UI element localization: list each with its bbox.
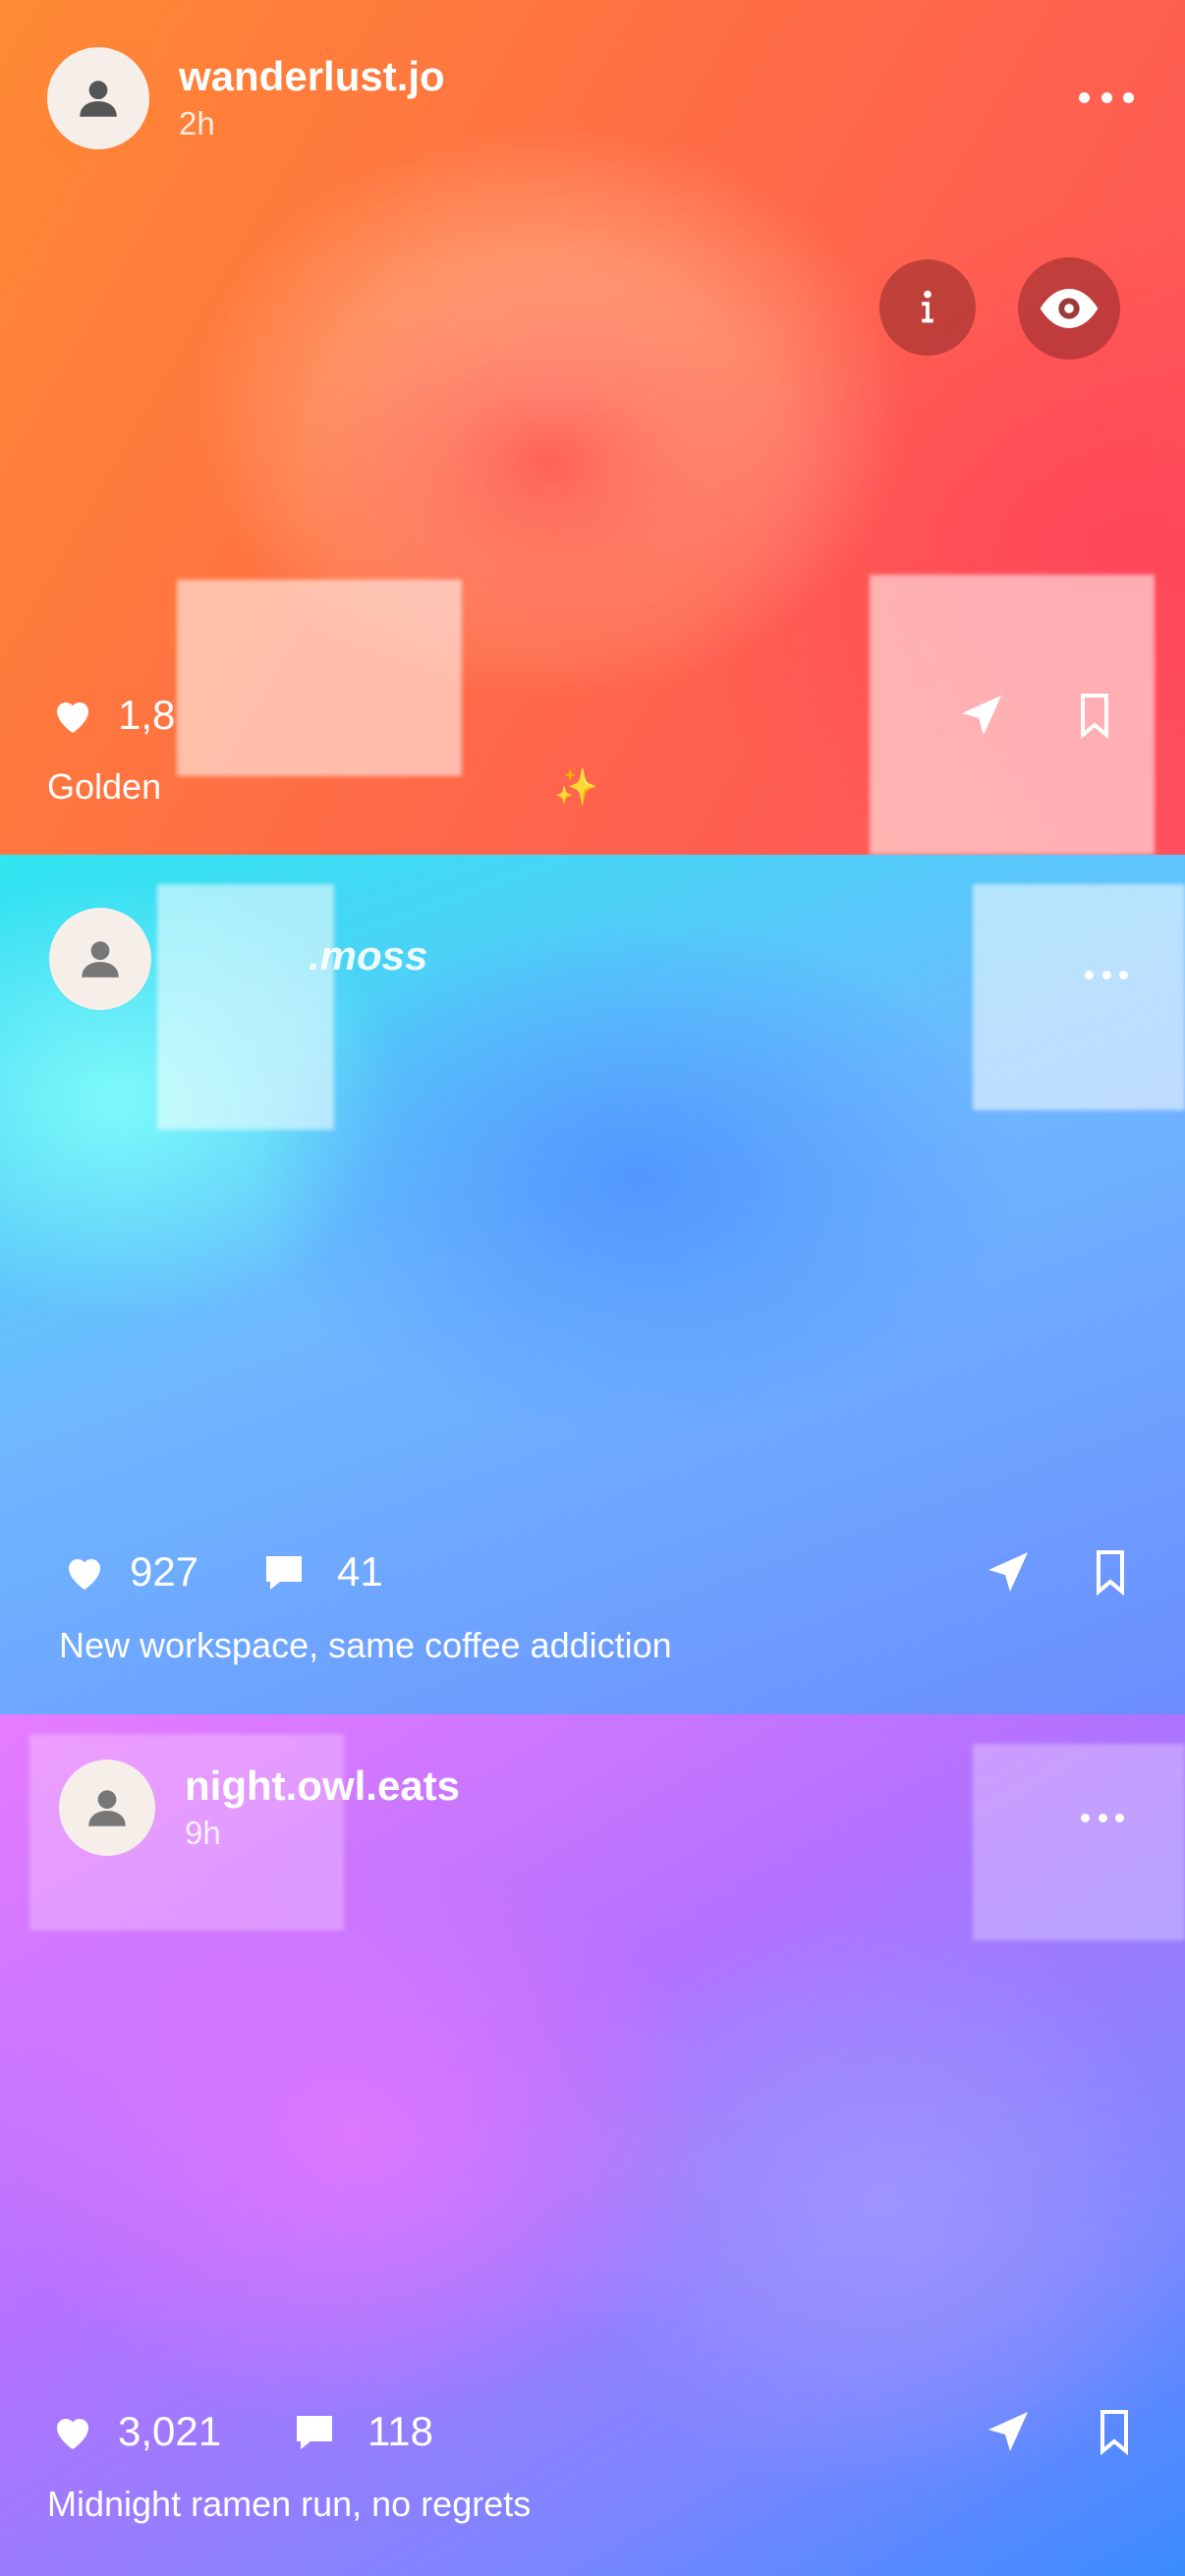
- post-time: 2h: [179, 105, 215, 142]
- eye-icon: [1040, 289, 1099, 328]
- like-count: 3,021: [118, 2408, 222, 2454]
- light-glare: [177, 580, 462, 776]
- user-icon: [82, 941, 119, 978]
- post-actions: 927 41: [0, 1542, 1185, 1601]
- bookmark-button[interactable]: [1087, 1542, 1134, 1601]
- username[interactable]: wanderlust.jo: [179, 53, 445, 99]
- avatar[interactable]: [49, 908, 151, 1010]
- send-icon: [988, 2412, 1028, 2451]
- post-actions: 1,8: [0, 686, 1185, 745]
- username[interactable]: .moss: [309, 932, 427, 979]
- share-button[interactable]: [985, 2402, 1032, 2461]
- comment-icon: [297, 2416, 332, 2449]
- like-button[interactable]: 927: [61, 1542, 198, 1601]
- send-icon: [962, 696, 1001, 735]
- post-card: wanderlust.jo 2h 1,8 Golden ✨: [0, 0, 1185, 855]
- share-button[interactable]: [958, 686, 1005, 745]
- comment-count: 118: [367, 2408, 433, 2454]
- avatar[interactable]: [59, 1760, 155, 1856]
- more-icon[interactable]: [1081, 1806, 1124, 1829]
- comment-count: 41: [337, 1548, 383, 1595]
- heart-icon: [69, 1559, 100, 1590]
- bookmark-icon: [1097, 1550, 1124, 1596]
- like-count: 1,8: [118, 692, 176, 738]
- send-icon: [988, 1552, 1028, 1592]
- post-time: 9h: [185, 1815, 221, 1852]
- post-header: .moss: [49, 908, 1185, 1010]
- post-actions: 3,021 118: [0, 2402, 1185, 2461]
- post-header: night.owl.eats 9h: [59, 1760, 1185, 1856]
- info-button[interactable]: [879, 259, 976, 356]
- user-icon: [80, 81, 117, 117]
- post-header: wanderlust.jo 2h: [47, 47, 1185, 149]
- bookmark-button[interactable]: [1071, 686, 1118, 745]
- like-button[interactable]: 3,021: [49, 2402, 221, 2461]
- heart-icon: [57, 2419, 88, 2449]
- bookmark-button[interactable]: [1091, 2402, 1138, 2461]
- post-caption: New workspace, same coffee addiction: [59, 1625, 672, 1665]
- view-button[interactable]: [1018, 257, 1120, 360]
- more-icon[interactable]: [1085, 963, 1128, 986]
- username[interactable]: night.owl.eats: [185, 1763, 460, 1809]
- post-card: .moss 927 41 New workspace, same coffee …: [0, 855, 1185, 1714]
- bookmark-icon: [1081, 694, 1108, 739]
- info-icon: [922, 290, 933, 323]
- comment-button[interactable]: 41: [260, 1542, 383, 1601]
- bookmark-icon: [1100, 2410, 1128, 2455]
- avatar[interactable]: [47, 47, 149, 149]
- like-button[interactable]: 1,8: [49, 686, 175, 745]
- post-caption: Golden ✨: [47, 766, 598, 807]
- post-caption: Midnight ramen run, no regrets: [47, 2484, 532, 2524]
- like-count: 927: [130, 1548, 199, 1595]
- share-button[interactable]: [985, 1542, 1032, 1601]
- comment-icon: [266, 1556, 302, 1590]
- heart-icon: [57, 702, 88, 733]
- comment-button[interactable]: 118: [291, 2402, 433, 2461]
- more-icon[interactable]: [1079, 85, 1134, 109]
- user-icon: [88, 1790, 126, 1826]
- post-card: night.owl.eats 9h 3,021 118 Midnight ram…: [0, 1714, 1185, 2576]
